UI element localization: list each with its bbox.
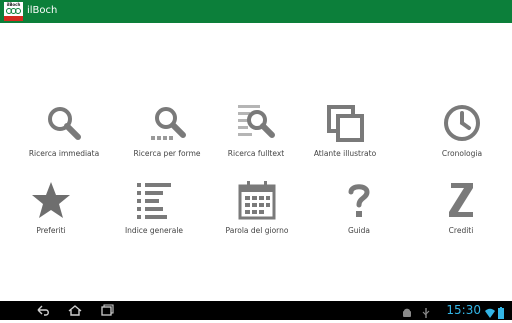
- android-debug-icon: [402, 304, 412, 317]
- menu-item-label: Indice generale: [124, 226, 184, 235]
- question-icon: [339, 180, 379, 220]
- menu-item-label: Guida: [347, 226, 370, 235]
- menu-item-label: Ricerca per forme: [133, 149, 201, 158]
- status-clock: 15:30: [446, 303, 481, 317]
- menu-item-cronologia[interactable]: Cronologia: [411, 103, 512, 173]
- search-icon: [44, 103, 84, 143]
- search-forms-icon: [147, 103, 187, 143]
- wifi-icon: [485, 304, 495, 318]
- menu-item-parola-del-giorno[interactable]: Parola del giorno: [206, 180, 308, 250]
- menu-item-preferiti[interactable]: Preferiti: [0, 180, 102, 250]
- menu-item-label: Ricerca fulltext: [227, 149, 285, 158]
- star-icon: [31, 180, 71, 220]
- letter-z-icon: [441, 180, 481, 220]
- menu-item-label: Parola del giorno: [225, 226, 289, 235]
- gallery-icon: [325, 103, 365, 143]
- menu-item-label: Crediti: [448, 226, 474, 235]
- menu-item-ricerca-fulltext[interactable]: Ricerca fulltext: [205, 103, 307, 173]
- menu-item-guida[interactable]: Guida: [308, 180, 410, 250]
- recent-apps-icon[interactable]: [100, 304, 114, 317]
- menu-item-label: Cronologia: [441, 149, 483, 158]
- list-icon: [134, 180, 174, 220]
- menu-item-ricerca-per-forme[interactable]: Ricerca per forme: [116, 103, 218, 173]
- clock-icon: [442, 103, 482, 143]
- menu-item-label: Ricerca immediata: [28, 149, 100, 158]
- action-bar: ilBoch ilBoch: [0, 0, 512, 23]
- app-title: ilBoch: [27, 5, 58, 16]
- home-icon[interactable]: [68, 304, 82, 317]
- back-icon[interactable]: [36, 304, 50, 317]
- app-logo[interactable]: ilBoch: [4, 2, 23, 21]
- menu-item-label: Atlante illustrato: [313, 149, 377, 158]
- menu-item-indice-generale[interactable]: Indice generale: [103, 180, 205, 250]
- battery-icon: [498, 304, 504, 319]
- search-fulltext-icon: [236, 103, 276, 143]
- menu-item-crediti[interactable]: Crediti: [410, 180, 512, 250]
- logo-emblem-icon: [5, 7, 22, 15]
- usb-icon: [422, 304, 430, 318]
- calendar-icon: [237, 180, 277, 220]
- menu-item-ricerca-immediata[interactable]: Ricerca immediata: [13, 103, 115, 173]
- logo-publisher-bar: [4, 16, 23, 21]
- menu-item-atlante-illustrato[interactable]: Atlante illustrato: [294, 103, 396, 173]
- system-navigation-bar: 15:30: [0, 301, 512, 320]
- menu-item-label: Preferiti: [36, 226, 66, 235]
